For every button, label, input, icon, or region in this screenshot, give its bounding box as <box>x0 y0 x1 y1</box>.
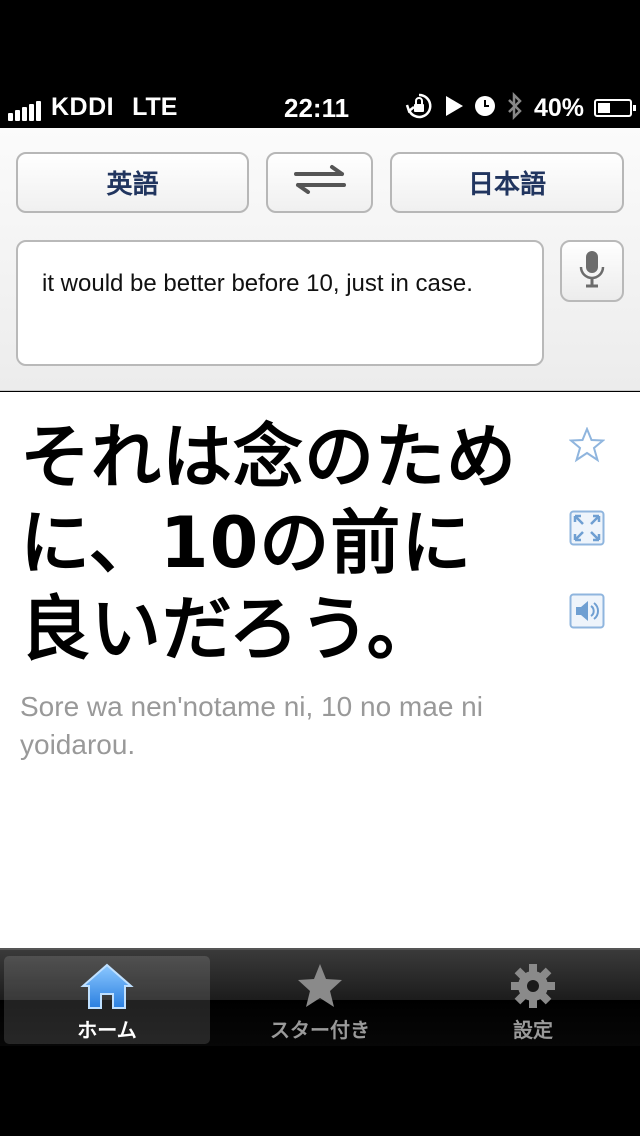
tab-starred-label: スター付き <box>270 1018 370 1042</box>
source-text-input[interactable]: it would be better before 10, just in ca… <box>16 240 544 366</box>
signal-strength-icon <box>8 95 43 121</box>
tab-starred[interactable]: スター付き <box>217 956 423 1044</box>
network-type: LTE <box>132 93 178 121</box>
voice-input-button[interactable] <box>560 240 624 302</box>
romanization-text: Sore wa nen'notame ni, 10 no mae ni yoid… <box>20 691 483 760</box>
clock: 22:11 <box>284 93 350 123</box>
status-bar: KDDI LTE 22:11 40% <box>0 88 640 128</box>
carrier-name: KDDI <box>51 93 115 121</box>
tab-home-label: ホーム <box>77 1018 137 1042</box>
battery-percent: 40% <box>533 93 584 122</box>
swap-arrows-icon <box>292 164 348 201</box>
home-icon <box>80 956 134 1010</box>
battery-icon <box>594 99 636 117</box>
target-language-button[interactable]: 日本語 <box>390 152 624 213</box>
translation-result: それは念のために、10の前に良いだろう。 Sore wa nen'notame … <box>0 392 640 948</box>
source-language-label: 英語 <box>106 170 159 200</box>
expand-icon[interactable] <box>568 509 606 547</box>
translation-input-panel: 英語 日本語 it would be better before 10, jus… <box>0 128 640 391</box>
source-language-button[interactable]: 英語 <box>16 152 249 213</box>
tab-home[interactable]: ホーム <box>4 956 210 1044</box>
bluetooth-icon <box>506 91 524 124</box>
speaker-icon[interactable] <box>568 592 606 630</box>
swap-languages-button[interactable] <box>266 152 373 213</box>
tab-settings[interactable]: 設定 <box>430 956 636 1044</box>
star-icon[interactable] <box>568 426 606 464</box>
alarm-icon <box>474 95 496 121</box>
gear-icon <box>509 956 557 1010</box>
target-language-label: 日本語 <box>467 170 546 200</box>
status-left: KDDI LTE <box>8 93 177 122</box>
status-right: 40% <box>394 91 636 125</box>
translated-text: それは念のために、10の前に良いだろう。 <box>20 416 517 670</box>
play-icon <box>444 95 464 121</box>
tab-settings-label: 設定 <box>513 1018 553 1042</box>
bottom-black-band <box>0 1046 640 1136</box>
star-icon <box>295 956 345 1010</box>
top-black-band <box>0 0 640 88</box>
tab-bar: ホーム スター付き 設定 <box>0 948 640 1046</box>
microphone-icon <box>577 249 607 293</box>
orientation-lock-icon <box>404 91 434 125</box>
